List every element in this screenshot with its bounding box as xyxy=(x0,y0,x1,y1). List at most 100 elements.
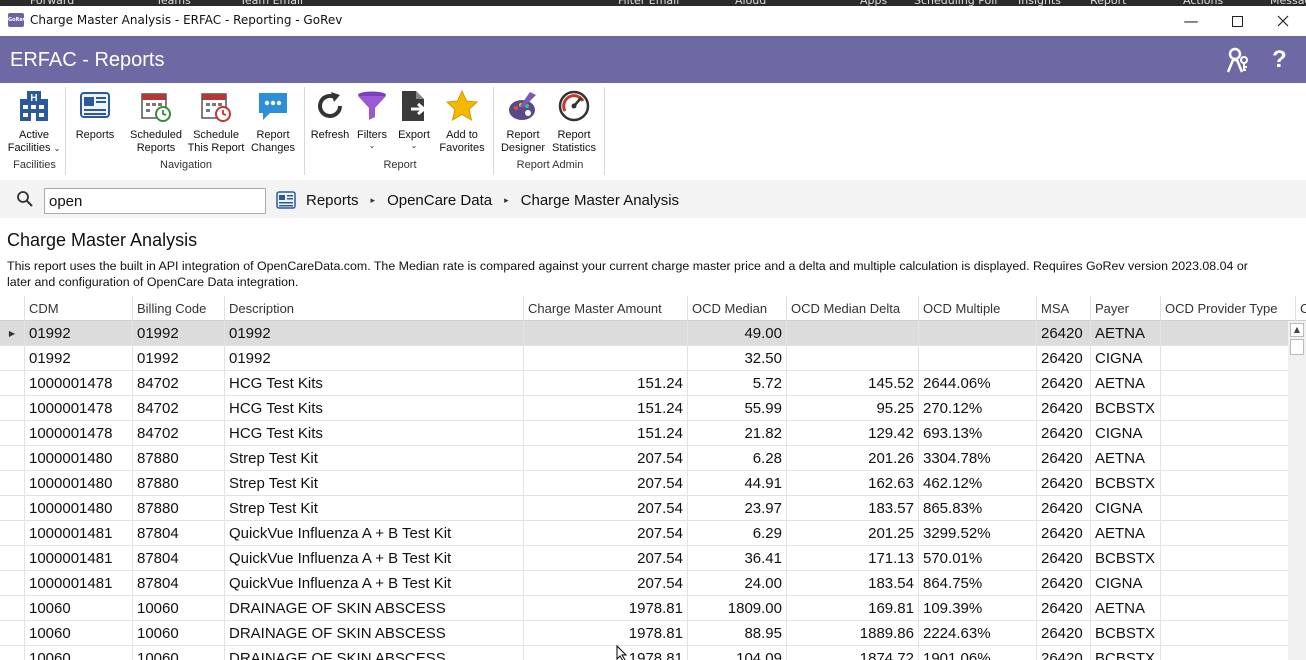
ribbon: H Active Facilities ⌄ Facilities Reports… xyxy=(0,83,1306,180)
table-cell: 23.97 xyxy=(688,496,787,521)
column-header[interactable]: OCD Provider Type xyxy=(1161,296,1296,321)
search-input[interactable] xyxy=(44,188,266,214)
reports-icon xyxy=(276,191,296,209)
column-header[interactable]: OCD Median Delta xyxy=(787,296,919,321)
table-cell xyxy=(524,321,688,346)
table-row[interactable]: 01992 01992 01992 32.50 26420 CIGNA xyxy=(0,346,1296,371)
table-cell: 183.54 xyxy=(787,571,919,596)
filters-button[interactable]: Filters ⌄ xyxy=(351,89,393,150)
active-facilities-button[interactable]: H Active Facilities ⌄ xyxy=(6,89,62,155)
table-cell: 88.95 xyxy=(688,621,787,646)
table-row[interactable]: 1000001481 87804 QuickVue Influenza A + B … xyxy=(0,546,1296,571)
table-cell: 26420 xyxy=(1037,446,1091,471)
group-label: Facilities xyxy=(13,159,56,171)
table-cell: 693.13% xyxy=(919,421,1037,446)
table-row[interactable]: 1000001481 87804 QuickVue Influenza A + B … xyxy=(0,571,1296,596)
table-row[interactable]: 1000001480 87880 Strep Test Kit 207.54 44.91… xyxy=(0,471,1296,496)
scroll-thumb[interactable] xyxy=(1290,339,1304,355)
column-header[interactable]: C xyxy=(1296,296,1306,321)
table-cell xyxy=(787,321,919,346)
table-cell: 10060 xyxy=(133,621,225,646)
close-icon xyxy=(1277,15,1289,27)
table-cell: 1901.06% xyxy=(919,646,1037,660)
table-row[interactable]: ▶ 01992 01992 01992 49.00 26420 AETNA xyxy=(0,321,1296,346)
table-row[interactable]: 1000001480 87880 Strep Test Kit 207.54 6.28 2… xyxy=(0,446,1296,471)
breadcrumb-charge-master-analysis[interactable]: Charge Master Analysis xyxy=(521,192,679,209)
table-cell: 207.54 xyxy=(524,571,688,596)
table-cell: 151.24 xyxy=(524,421,688,446)
maximize-button[interactable] xyxy=(1214,6,1260,36)
refresh-icon xyxy=(318,92,342,118)
table-row[interactable]: 10060 10060 DRAINAGE OF SKIN ABSCESS 1978.8… xyxy=(0,596,1296,621)
header-title: ERFAC - Reports xyxy=(10,49,165,71)
column-header[interactable]: CDM xyxy=(25,296,133,321)
close-button[interactable] xyxy=(1260,6,1306,36)
ribbon-button-label-2: This Report xyxy=(187,142,245,154)
column-header[interactable]: Description xyxy=(225,296,524,321)
refresh-button[interactable]: Refresh xyxy=(309,89,351,142)
column-header[interactable]: OCD Median xyxy=(688,296,787,321)
table-row[interactable]: 1000001480 87880 Strep Test Kit 207.54 23.97… xyxy=(0,496,1296,521)
table-cell: 87880 xyxy=(133,446,225,471)
table-row[interactable]: 1000001478 84702 HCG Test Kits 151.24 55.99 9… xyxy=(0,396,1296,421)
breadcrumb-opencare-data[interactable]: OpenCare Data xyxy=(387,192,492,209)
table-row[interactable]: 1000001481 87804 QuickVue Influenza A + B … xyxy=(0,521,1296,546)
table-cell: 1000001480 xyxy=(25,496,133,521)
ribbon-button-label: Report xyxy=(256,129,290,141)
table-cell: HCG Test Kits xyxy=(225,371,524,396)
row-indicator xyxy=(0,446,25,471)
ribbon-button-label-2: Changes xyxy=(250,142,296,154)
ribbon-button-label: Reports xyxy=(75,129,115,141)
report-designer-button[interactable]: Report Designer xyxy=(498,89,548,155)
reports-button[interactable]: Reports xyxy=(70,89,120,142)
table-cell: AETNA xyxy=(1091,321,1161,346)
table-cell: 84702 xyxy=(133,396,225,421)
table-cell: 55.99 xyxy=(688,396,787,421)
column-header[interactable]: Payer xyxy=(1091,296,1161,321)
schedule-this-report-button[interactable]: Schedule This Report xyxy=(184,89,248,155)
window-title: Charge Master Analysis - ERFAC - Reporti… xyxy=(30,13,343,27)
report-statistics-button[interactable]: Report Statistics xyxy=(548,89,600,155)
table-cell: 21.82 xyxy=(688,421,787,446)
column-header[interactable]: Charge Master Amount xyxy=(524,296,688,321)
table-cell xyxy=(1161,571,1296,596)
table-row[interactable]: 1000001478 84702 HCG Test Kits 151.24 5.72 14… xyxy=(0,371,1296,396)
table-cell: 3304.78% xyxy=(919,446,1037,471)
search-icon[interactable] xyxy=(16,190,34,208)
breadcrumb-reports[interactable]: Reports xyxy=(306,192,359,209)
column-header[interactable]: OCD Multiple xyxy=(919,296,1037,321)
user-key-icon[interactable] xyxy=(1224,46,1252,74)
table-cell xyxy=(1161,521,1296,546)
table-cell xyxy=(1161,471,1296,496)
table-row[interactable]: 1000001478 84702 HCG Test Kits 151.24 21.82 1… xyxy=(0,421,1296,446)
hospital-icon: H xyxy=(20,91,48,121)
table-cell: 24.00 xyxy=(688,571,787,596)
table-row[interactable]: 10060 10060 DRAINAGE OF SKIN ABSCESS 1978.8… xyxy=(0,621,1296,646)
vertical-scrollbar[interactable]: ▲ xyxy=(1288,321,1306,660)
table-cell: DRAINAGE OF SKIN ABSCESS xyxy=(225,621,524,646)
table-cell: 171.13 xyxy=(787,546,919,571)
scroll-up-icon[interactable]: ▲ xyxy=(1290,323,1304,337)
minimize-button[interactable]: — xyxy=(1168,6,1214,36)
table-cell: 87880 xyxy=(133,471,225,496)
report-changes-button[interactable]: Report Changes xyxy=(248,89,298,155)
breadcrumb-separator-icon: ▸ xyxy=(504,194,509,205)
column-header[interactable]: MSA xyxy=(1037,296,1091,321)
table-cell xyxy=(787,346,919,371)
table-cell: 462.12% xyxy=(919,471,1037,496)
table-cell: AETNA xyxy=(1091,521,1161,546)
table-cell: 865.83% xyxy=(919,496,1037,521)
table-cell xyxy=(1161,421,1296,446)
column-header[interactable]: Billing Code xyxy=(133,296,225,321)
add-to-favorites-button[interactable]: Add to Favorites xyxy=(435,89,489,155)
table-cell: 2644.06% xyxy=(919,371,1037,396)
table-cell xyxy=(1161,446,1296,471)
scheduled-reports-button[interactable]: Scheduled Reports xyxy=(128,89,184,155)
export-button[interactable]: Export ⌄ xyxy=(393,89,435,150)
table-row[interactable]: 10060 10060 DRAINAGE OF SKIN ABSCESS 1978.8… xyxy=(0,646,1296,660)
table-cell: 270.12% xyxy=(919,396,1037,421)
table-cell: 26420 xyxy=(1037,496,1091,521)
table-cell: 01992 xyxy=(25,346,133,371)
row-indicator xyxy=(0,621,25,646)
help-icon[interactable]: ? xyxy=(1272,46,1300,74)
